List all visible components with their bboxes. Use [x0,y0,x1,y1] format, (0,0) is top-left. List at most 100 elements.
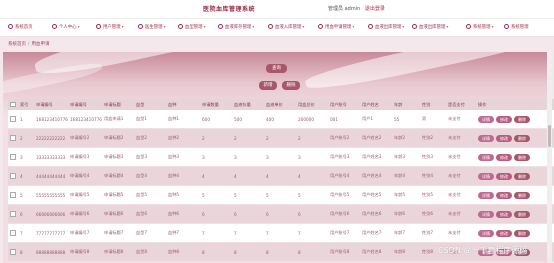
chevron-down-icon: ▾ [402,24,405,29]
table-cell: 用户账号8 [328,242,360,262]
nav-item-1[interactable]: 系统首页 [8,24,33,30]
nav-item-8[interactable]: 用血申请管理▾ [318,24,354,30]
row-checkbox[interactable] [10,211,16,217]
action-cell: 详情 修改 删除 [476,204,554,224]
nav-item-9[interactable]: 血液出库管理▾ [368,24,404,30]
table-cell: 申请编号3 [68,147,102,167]
row-checkbox[interactable] [10,192,16,198]
row-checkbox[interactable] [10,173,16,179]
nav-icon [504,24,509,29]
row-select-cell[interactable] [8,147,18,167]
detail-button[interactable]: 详情 [478,172,494,180]
delete-button[interactable]: 删除 [514,172,530,180]
nav-item-12[interactable]: 系统管理 [504,24,529,30]
edit-button[interactable]: 修改 [496,229,512,237]
table-cell: 2 [200,128,232,148]
edit-button[interactable]: 修改 [496,191,512,199]
chevron-down-icon: ▾ [302,24,305,29]
table-cell: 性别3 [420,147,446,167]
nav-item-2[interactable]: 个人中心▾ [52,24,80,30]
table-cell: 用户1 [360,110,392,129]
delete-button[interactable]: 删除 [514,153,530,161]
edit-button[interactable]: 修改 [496,134,512,142]
nav-item-label: 血液库存管理 [225,25,252,30]
scrollbar-track[interactable] [547,52,552,263]
table-cell: 血种7 [166,223,200,243]
nav-item-11[interactable]: 系统管理▾ [466,24,494,30]
delete-button[interactable]: 删除 [514,134,530,142]
row-checkbox[interactable] [10,249,16,255]
detail-button[interactable]: 详情 [478,229,494,237]
nav-item-4[interactable]: 医生管理▾ [138,24,166,30]
column-header: 血液存量 [232,99,264,110]
bg-streak [303,52,548,95]
table-cell: 申请编号8 [68,242,102,262]
table-cell: 8 [232,242,264,262]
table-cell: 55 [392,110,420,129]
table-cell: 申请编号6 [68,204,102,224]
detail-button[interactable]: 详情 [478,191,494,199]
row-select-cell[interactable] [8,185,18,205]
row-select-cell[interactable] [8,110,18,129]
row-checkbox[interactable] [10,116,16,122]
table-cell: 2 [18,128,34,148]
row-checkbox[interactable] [10,230,16,236]
table-cell: 未支付 [446,223,476,243]
row-select-cell[interactable] [8,242,18,262]
detail-button[interactable]: 详情 [478,153,494,161]
delete-button[interactable]: 删除 [514,210,530,218]
delete-button[interactable]: 删除 [514,115,530,123]
edit-button[interactable]: 修改 [496,115,512,123]
select-all-header[interactable] [8,99,18,110]
edit-button[interactable]: 修改 [496,210,512,218]
nav-item-5[interactable]: 血型管理▾ [178,24,206,30]
edit-button[interactable]: 修改 [496,153,512,161]
add-button[interactable]: 新增 [259,81,277,90]
delete-button[interactable]: 删除 [514,191,530,199]
batch-delete-button[interactable]: 删除 [282,81,300,90]
table-cell: 未支付 [446,110,476,129]
row-checkbox[interactable] [10,135,16,141]
detail-button[interactable]: 详情 [478,115,494,123]
row-select-cell[interactable] [8,223,18,243]
table-cell: 4 [296,166,328,186]
row-select-cell[interactable] [8,204,18,224]
row-select-cell[interactable] [8,166,18,186]
column-header: 索引 [18,99,34,110]
action-cell: 详情 修改 删除 [476,185,554,205]
user-area: 管理员 admin 退出登录 [328,5,385,12]
search-button[interactable]: 查询 [266,64,287,73]
nav-item-7[interactable]: 血液入库管理▾ [268,24,304,30]
table-cell: 8 [18,242,34,262]
nav-item-label: 血液出库管理 [419,25,446,30]
nav-item-10[interactable]: 血液出库管理▾ [412,24,448,30]
table-cell: 55555555555 [34,185,68,205]
table-cell: 用户姓名5 [360,185,392,205]
table-cell: 8 [264,242,296,262]
row-checkbox[interactable] [10,154,16,160]
nav-item-6[interactable]: 血液库存管理▾ [218,24,254,30]
row-select-cell[interactable] [8,128,18,148]
table-row: 3 33333333333 申请编号3 申请标题3 血型3 血种3 3 3 3 3 用户账号3 用户姓… [8,147,554,167]
table-cell: 用血申请1 [102,110,134,129]
logout-link[interactable]: 退出登录 [365,6,385,12]
table-cell: 3 [200,147,232,167]
column-header: 年龄 [392,99,420,110]
action-cell: 详情 修改 删除 [476,223,554,243]
detail-button[interactable]: 详情 [478,210,494,218]
scrollbar-thumb[interactable] [548,125,551,147]
detail-button[interactable]: 详情 [478,134,494,142]
table-cell: 血型7 [134,223,166,243]
action-cell: 详情 修改 删除 [476,147,554,167]
table-cell: 5 [232,185,264,205]
table-cell: 年龄2 [392,128,420,148]
select-all-checkbox[interactable] [10,101,16,108]
delete-button[interactable]: 删除 [514,229,530,237]
column-header: 申请编号 [34,99,68,110]
table-cell: 用户姓名6 [360,204,392,224]
table-cell: 血种2 [166,128,200,148]
table-cell: 未支付 [446,185,476,205]
edit-button[interactable]: 修改 [496,172,512,180]
nav-item-3[interactable]: 用户管理▾ [96,24,124,30]
breadcrumb-home[interactable]: 系统首页 [8,42,26,47]
